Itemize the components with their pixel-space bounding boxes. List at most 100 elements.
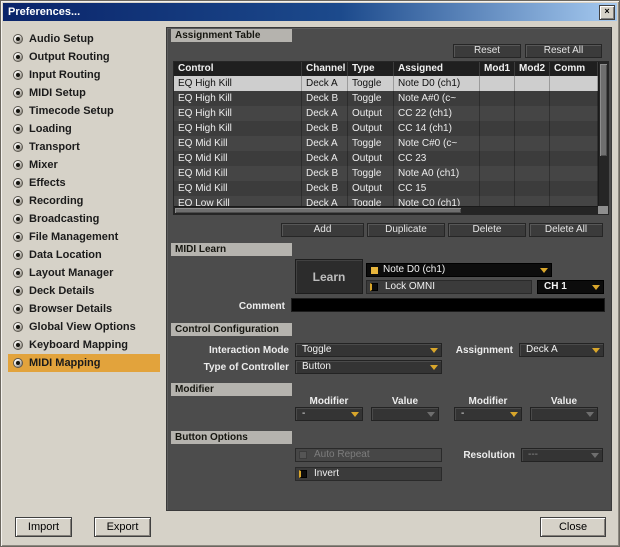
midi-channel-dropdown[interactable]: CH 1	[537, 280, 604, 294]
column-header-mod1[interactable]: Mod1	[480, 62, 515, 76]
radio-icon	[13, 268, 23, 278]
interaction-mode-dropdown[interactable]: Toggle	[295, 343, 442, 357]
radio-icon	[13, 70, 23, 80]
cell-mod2	[515, 166, 550, 181]
sidebar-item-label: Recording	[29, 195, 84, 207]
cell-control: EQ Mid Kill	[174, 151, 302, 166]
sidebar-item-recording[interactable]: Recording	[8, 192, 160, 210]
sidebar-item-broadcasting[interactable]: Broadcasting	[8, 210, 160, 228]
sidebar-item-transport[interactable]: Transport	[8, 138, 160, 156]
table-row[interactable]: EQ High Kill Deck B Toggle Note A#0 (c~	[174, 91, 598, 106]
modifier2-dropdown[interactable]: -	[454, 407, 522, 421]
duplicate-button[interactable]: Duplicate	[367, 223, 445, 237]
cell-channel: Deck A	[302, 136, 348, 151]
add-button[interactable]: Add	[281, 223, 364, 237]
cell-channel: Deck B	[302, 166, 348, 181]
vertical-scrollbar[interactable]	[598, 62, 608, 206]
resolution-label: Resolution	[463, 450, 515, 461]
table-row[interactable]: EQ Low Kill Deck A Toggle Note C0 (ch1)	[174, 196, 598, 206]
sidebar-item-label: Effects	[29, 177, 66, 189]
cell-comment	[550, 166, 598, 181]
cell-comment	[550, 121, 598, 136]
chevron-down-icon	[430, 365, 438, 370]
type-of-controller-dropdown[interactable]: Button	[295, 360, 442, 374]
control-configuration-header: Control Configuration	[171, 323, 292, 336]
table-row[interactable]: EQ Mid Kill Deck B Toggle Note A0 (ch1)	[174, 166, 598, 181]
column-header-comment[interactable]: Comm	[550, 62, 598, 76]
sidebar-item-midi-mapping[interactable]: MIDI Mapping	[8, 354, 160, 372]
sidebar-item-file-management[interactable]: File Management	[8, 228, 160, 246]
table-row[interactable]: EQ High Kill Deck A Output CC 22 (ch1)	[174, 106, 598, 121]
comment-input[interactable]	[291, 298, 605, 312]
table-row[interactable]: EQ Mid Kill Deck A Output CC 23	[174, 151, 598, 166]
sidebar-item-keyboard-mapping[interactable]: Keyboard Mapping	[8, 336, 160, 354]
assignment-label: Assignment	[455, 345, 513, 356]
cell-assigned: Note C0 (ch1)	[394, 196, 480, 206]
cell-channel: Deck B	[302, 121, 348, 136]
sidebar-item-browser-details[interactable]: Browser Details	[8, 300, 160, 318]
column-header-mod2[interactable]: Mod2	[515, 62, 550, 76]
lock-omni-checkbox[interactable]: Lock OMNI	[366, 280, 532, 294]
sidebar-item-mixer[interactable]: Mixer	[8, 156, 160, 174]
assignment-dropdown[interactable]: Deck A	[519, 343, 604, 357]
sidebar-item-label: Audio Setup	[29, 33, 94, 45]
invert-checkbox[interactable]: Invert	[295, 467, 442, 481]
sidebar-item-audio-setup[interactable]: Audio Setup	[8, 30, 160, 48]
auto-repeat-checkbox[interactable]: Auto Repeat	[295, 448, 442, 462]
sidebar-item-timecode-setup[interactable]: Timecode Setup	[8, 102, 160, 120]
reset-all-button[interactable]: Reset All	[525, 44, 602, 58]
table-row[interactable]: EQ High Kill Deck A Toggle Note D0 (ch1)	[174, 76, 598, 91]
sidebar-item-data-location[interactable]: Data Location	[8, 246, 160, 264]
cell-mod1	[480, 76, 515, 91]
midi-assignment-dropdown[interactable]: Note D0 (ch1)	[366, 263, 552, 277]
export-button[interactable]: Export	[94, 517, 151, 537]
sidebar-item-midi-setup[interactable]: MIDI Setup	[8, 84, 160, 102]
sidebar-item-input-routing[interactable]: Input Routing	[8, 66, 160, 84]
cell-channel: Deck B	[302, 181, 348, 196]
table-row[interactable]: EQ High Kill Deck B Output CC 14 (ch1)	[174, 121, 598, 136]
sidebar-item-loading[interactable]: Loading	[8, 120, 160, 138]
sidebar-item-layout-manager[interactable]: Layout Manager	[8, 264, 160, 282]
sidebar-item-label: Keyboard Mapping	[29, 339, 129, 351]
learn-button[interactable]: Learn	[295, 259, 363, 294]
table-row[interactable]: EQ Mid Kill Deck B Output CC 15	[174, 181, 598, 196]
button-options-header: Button Options	[171, 431, 292, 444]
modifier1-dropdown[interactable]: -	[295, 407, 363, 421]
value1-dropdown[interactable]	[371, 407, 439, 421]
interaction-mode-value: Toggle	[302, 344, 332, 355]
column-header-type[interactable]: Type	[348, 62, 394, 76]
cell-comment	[550, 136, 598, 151]
radio-icon	[13, 106, 23, 116]
close-icon[interactable]: ×	[599, 5, 615, 20]
chevron-down-icon	[540, 268, 548, 273]
sidebar-item-deck-details[interactable]: Deck Details	[8, 282, 160, 300]
delete-all-button[interactable]: Delete All	[529, 223, 603, 237]
horizontal-scrollbar-thumb[interactable]	[175, 208, 461, 213]
sidebar-item-effects[interactable]: Effects	[8, 174, 160, 192]
sidebar-item-label: Transport	[29, 141, 80, 153]
import-button[interactable]: Import	[15, 517, 72, 537]
sidebar-item-global-view-options[interactable]: Global View Options	[8, 318, 160, 336]
column-header-control[interactable]: Control	[174, 62, 302, 76]
horizontal-scrollbar[interactable]	[174, 206, 598, 214]
radio-icon	[13, 322, 23, 332]
column-header-assigned[interactable]: Assigned	[394, 62, 480, 76]
resolution-dropdown[interactable]: ---	[521, 448, 603, 462]
value2-dropdown[interactable]	[530, 407, 598, 421]
radio-icon	[13, 358, 23, 368]
close-button[interactable]: Close	[540, 517, 606, 537]
sidebar-item-output-routing[interactable]: Output Routing	[8, 48, 160, 66]
scrollbar-corner	[598, 206, 608, 214]
vertical-scrollbar-thumb[interactable]	[600, 64, 607, 156]
radio-icon	[13, 340, 23, 350]
delete-button[interactable]: Delete	[448, 223, 526, 237]
cell-mod1	[480, 166, 515, 181]
cell-control: EQ Mid Kill	[174, 136, 302, 151]
reset-button[interactable]: Reset	[453, 44, 521, 58]
column-header-channel[interactable]: Channel	[302, 62, 348, 76]
sidebar-item-label: Browser Details	[29, 303, 113, 315]
table-row[interactable]: EQ Mid Kill Deck A Toggle Note C#0 (c~	[174, 136, 598, 151]
cell-control: EQ Mid Kill	[174, 166, 302, 181]
cell-type: Output	[348, 151, 394, 166]
cell-assigned: CC 23	[394, 151, 480, 166]
